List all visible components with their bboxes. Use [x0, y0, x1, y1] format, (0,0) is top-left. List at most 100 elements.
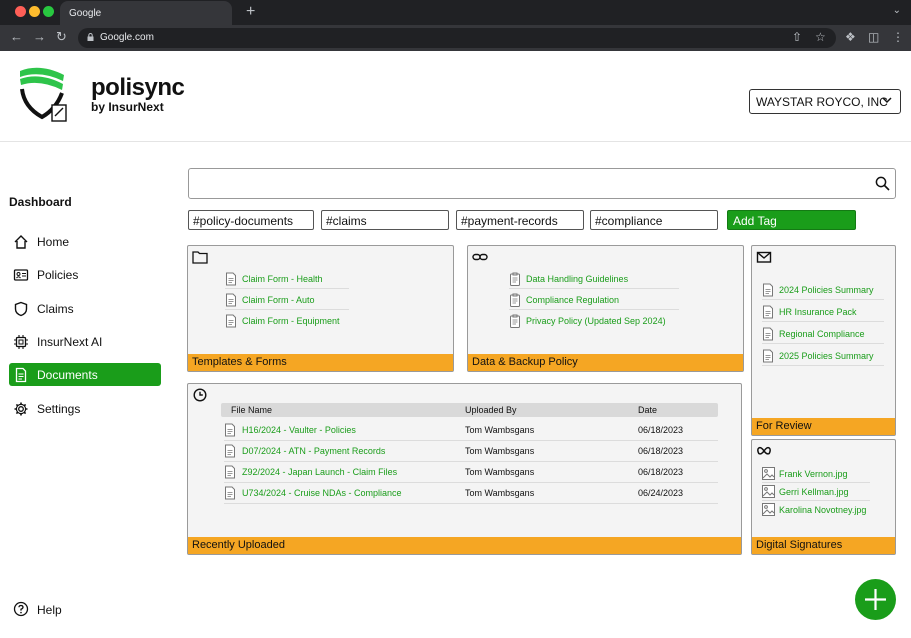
- panel-footer-title: For Review: [752, 418, 895, 435]
- review-link[interactable]: 2024 Policies Summary: [762, 282, 884, 300]
- browser-tab[interactable]: Google: [60, 1, 232, 25]
- table-row[interactable]: U734/2024 - Cruise NDAs - Compliance Tom…: [224, 483, 718, 504]
- column-header-file-name: File Name: [231, 405, 273, 415]
- image-icon: [762, 485, 775, 498]
- file-name-link[interactable]: U734/2024 - Cruise NDAs - Compliance: [242, 488, 402, 498]
- template-link[interactable]: Claim Form - Auto: [225, 292, 349, 310]
- tag-policy-documents[interactable]: #policy-documents: [188, 210, 314, 230]
- review-link[interactable]: HR Insurance Pack: [762, 304, 884, 322]
- tab-search-icon[interactable]: ⌄: [893, 5, 901, 16]
- tag-claims[interactable]: #claims: [321, 210, 449, 230]
- for-review-panel: 2024 Policies Summary HR Insurance Pack …: [751, 245, 896, 436]
- help-link[interactable]: Help: [9, 600, 62, 620]
- clipboard-icon: [510, 293, 520, 307]
- organization-select[interactable]: WAYSTAR ROYCO, INC: [749, 89, 901, 114]
- back-icon[interactable]: ←: [10, 29, 23, 44]
- browser-menu-icon[interactable]: ⋮: [892, 30, 904, 44]
- review-link-label: Regional Compliance: [779, 329, 865, 339]
- date-cell: 06/18/2023: [638, 467, 684, 477]
- template-link[interactable]: Claim Form - Health: [225, 271, 349, 289]
- file-name-link[interactable]: D07/2024 - ATN - Payment Records: [242, 446, 385, 456]
- panel-footer-title: Data & Backup Policy: [468, 354, 743, 371]
- search-icon[interactable]: [875, 176, 890, 191]
- close-window-button[interactable]: [15, 6, 26, 17]
- brand-subtitle: by InsurNext: [91, 100, 164, 114]
- file-name-link[interactable]: Z92/2024 - Japan Launch - Claim Files: [242, 467, 397, 477]
- new-tab-icon[interactable]: +: [246, 3, 255, 21]
- signature-link[interactable]: Gerri Kellman.jpg: [762, 484, 870, 501]
- review-link-label: HR Insurance Pack: [779, 307, 857, 317]
- sidebar-item-policies[interactable]: Policies: [9, 263, 161, 286]
- review-link[interactable]: Regional Compliance: [762, 326, 884, 344]
- column-header-date: Date: [638, 405, 658, 415]
- panel-footer-title: Templates & Forms: [188, 354, 453, 371]
- table-row[interactable]: H16/2024 - Vaulter - Policies Tom Wambsg…: [224, 420, 718, 441]
- uploaded-by-cell: Tom Wambsgans: [465, 488, 535, 498]
- templates-forms-panel: Claim Form - Health Claim Form - Auto Cl…: [187, 245, 454, 372]
- add-document-button[interactable]: [855, 579, 896, 620]
- sidebar-item-label: InsurNext AI: [37, 335, 103, 349]
- extensions-icon[interactable]: ❖: [845, 30, 856, 44]
- signature-label: Frank Vernon.jpg: [779, 469, 848, 479]
- add-tag-button[interactable]: Add Tag: [727, 210, 856, 230]
- policy-doc-link[interactable]: Data Handling Guidelines: [509, 271, 679, 289]
- gear-icon: [14, 402, 28, 416]
- panel-footer-title: Digital Signatures: [752, 537, 895, 554]
- uploaded-by-cell: Tom Wambsgans: [465, 467, 535, 477]
- tag-payment-records[interactable]: #payment-records: [456, 210, 584, 230]
- tag-compliance[interactable]: #compliance: [590, 210, 718, 230]
- share-icon[interactable]: ⇧: [792, 30, 802, 44]
- sidebar-item-label: Home: [37, 235, 70, 249]
- policy-doc-link[interactable]: Privacy Policy (Updated Sep 2024): [509, 313, 679, 331]
- maximize-window-button[interactable]: [43, 6, 54, 17]
- lock-icon: [87, 33, 94, 41]
- date-cell: 06/18/2023: [638, 446, 684, 456]
- reload-icon[interactable]: ↻: [56, 29, 67, 45]
- review-link-label: 2024 Policies Summary: [779, 285, 874, 295]
- image-icon: [762, 467, 775, 480]
- file-name-link[interactable]: H16/2024 - Vaulter - Policies: [242, 425, 356, 435]
- sidebar-item-label: Claims: [37, 302, 74, 316]
- signature-label: Karolina Novotney.jpg: [779, 505, 867, 515]
- sidebar-item-claims[interactable]: Claims: [9, 297, 161, 320]
- signature-link[interactable]: Frank Vernon.jpg: [762, 466, 870, 483]
- signature-link[interactable]: Karolina Novotney.jpg: [762, 502, 878, 519]
- header-divider: [0, 141, 911, 142]
- forward-icon[interactable]: →: [33, 29, 46, 44]
- url-text: Google.com: [100, 32, 154, 43]
- document-icon: [763, 327, 773, 341]
- document-icon: [763, 349, 773, 363]
- chevron-down-icon: [882, 97, 892, 104]
- document-icon: [226, 293, 236, 307]
- search-input[interactable]: [195, 170, 855, 197]
- document-icon: [225, 465, 235, 479]
- address-bar[interactable]: Google.com: [78, 28, 836, 48]
- date-cell: 06/18/2023: [638, 425, 684, 435]
- sidebar-item-home[interactable]: Home: [9, 230, 161, 253]
- link-icon: [472, 253, 488, 261]
- panel-footer-title: Recently Uploaded: [188, 537, 741, 554]
- browser-tab-strip: Google + ⌄: [0, 0, 911, 25]
- side-panel-icon[interactable]: ◫: [868, 30, 879, 44]
- polisync-logo-icon: [20, 67, 67, 122]
- sidebar-item-insurnext-ai[interactable]: InsurNext AI: [9, 330, 161, 353]
- plus-icon: [865, 589, 886, 610]
- sidebar-item-documents[interactable]: Documents: [9, 363, 161, 386]
- sidebar-item-label: Documents: [37, 368, 98, 382]
- table-row[interactable]: Z92/2024 - Japan Launch - Claim Files To…: [224, 462, 718, 483]
- brand-name: polisync: [91, 74, 185, 101]
- sidebar-item-settings[interactable]: Settings: [9, 397, 161, 420]
- template-link[interactable]: Claim Form - Equipment: [225, 313, 349, 331]
- table-row[interactable]: D07/2024 - ATN - Payment Records Tom Wam…: [224, 441, 718, 462]
- help-label: Help: [37, 603, 62, 617]
- tab-title: Google: [69, 8, 102, 19]
- sidebar-item-label: Policies: [37, 268, 79, 282]
- column-header-uploaded-by: Uploaded By: [465, 405, 517, 415]
- document-icon: [226, 314, 236, 328]
- data-backup-policy-panel: Data Handling Guidelines Compliance Regu…: [467, 245, 744, 372]
- review-link[interactable]: 2025 Policies Summary: [762, 348, 884, 366]
- minimize-window-button[interactable]: [29, 6, 40, 17]
- policy-doc-link[interactable]: Compliance Regulation: [509, 292, 679, 310]
- bookmark-star-icon[interactable]: ☆: [815, 30, 826, 44]
- template-link-label: Claim Form - Auto: [242, 295, 315, 305]
